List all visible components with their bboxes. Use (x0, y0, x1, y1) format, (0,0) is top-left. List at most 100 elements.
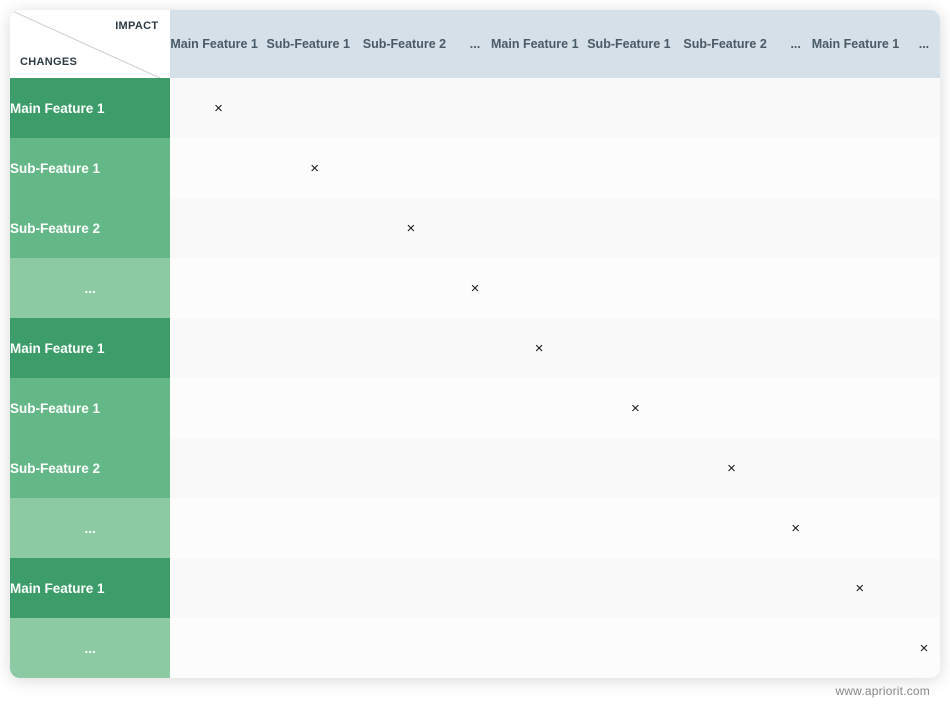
matrix-cell (363, 378, 459, 438)
matrix-cell (587, 438, 683, 498)
matrix-cell (908, 138, 940, 198)
matrix-cell (170, 438, 266, 498)
matrix-cell (267, 318, 363, 378)
matrix-cell (812, 318, 908, 378)
matrix-cell: × (363, 198, 459, 258)
matrix-cell (459, 318, 491, 378)
matrix-cell (812, 78, 908, 138)
matrix-cell (267, 618, 363, 678)
matrix-cell (363, 558, 459, 618)
row-header: Sub-Feature 2 (10, 198, 170, 258)
row-header: ... (10, 618, 170, 678)
matrix-cell (267, 258, 363, 318)
matrix-cell (780, 378, 812, 438)
header-row: IMPACT CHANGES Main Feature 1Sub-Feature… (10, 10, 940, 78)
column-header: ... (908, 10, 940, 78)
column-header: Main Feature 1 (812, 10, 908, 78)
row-header: Main Feature 1 (10, 78, 170, 138)
matrix-cell (683, 138, 779, 198)
matrix-cell (587, 198, 683, 258)
x-mark-icon: × (406, 220, 415, 237)
matrix-cell (812, 618, 908, 678)
matrix-cell: × (170, 78, 266, 138)
matrix-cell: × (491, 318, 587, 378)
table-row: ... × (10, 498, 940, 558)
x-mark-icon: × (791, 520, 800, 537)
matrix-cell: × (812, 558, 908, 618)
matrix-cell (363, 498, 459, 558)
matrix-cell (683, 498, 779, 558)
matrix-cell (812, 198, 908, 258)
table-row: Sub-Feature 2× (10, 438, 940, 498)
matrix-cell (459, 78, 491, 138)
matrix-cell (170, 558, 266, 618)
matrix-cell (587, 78, 683, 138)
x-mark-icon: × (471, 280, 480, 297)
matrix-wrapper: IMPACT CHANGES Main Feature 1Sub-Feature… (10, 10, 940, 678)
matrix-cell (812, 438, 908, 498)
matrix-cell (459, 498, 491, 558)
matrix-cell (908, 318, 940, 378)
matrix-cell (812, 258, 908, 318)
matrix-cell (780, 558, 812, 618)
column-header: Sub-Feature 1 (267, 10, 363, 78)
table-row: Main Feature 1 × (10, 78, 940, 138)
matrix-cell (908, 378, 940, 438)
matrix-cell (491, 378, 587, 438)
row-header: Sub-Feature 1 (10, 138, 170, 198)
matrix-cell (683, 258, 779, 318)
corner-impact-label: IMPACT (115, 20, 158, 32)
matrix-cell (267, 78, 363, 138)
matrix-cell (812, 378, 908, 438)
matrix-cell: × (780, 498, 812, 558)
corner-cell: IMPACT CHANGES (10, 10, 170, 78)
row-header: Sub-Feature 1 (10, 378, 170, 438)
matrix-cell: × (683, 438, 779, 498)
x-mark-icon: × (631, 400, 640, 417)
matrix-cell (491, 258, 587, 318)
matrix-body: Main Feature 1×Sub-Feature 1×Sub-Feature… (10, 78, 940, 678)
x-mark-icon: × (727, 460, 736, 477)
row-header: ... (10, 498, 170, 558)
matrix-cell (683, 198, 779, 258)
matrix-cell (908, 438, 940, 498)
column-header: ... (459, 10, 491, 78)
x-mark-icon: × (855, 580, 864, 597)
matrix-cell (587, 318, 683, 378)
row-header: Main Feature 1 (10, 318, 170, 378)
matrix-cell (363, 318, 459, 378)
table-row: Sub-Feature 1 × (10, 378, 940, 438)
x-mark-icon: × (214, 100, 223, 117)
matrix-cell (491, 78, 587, 138)
matrix-cell (780, 318, 812, 378)
matrix-cell (908, 258, 940, 318)
column-header: Sub-Feature 1 (587, 10, 683, 78)
matrix-cell (683, 558, 779, 618)
matrix-cell (459, 378, 491, 438)
matrix-cell (812, 498, 908, 558)
matrix-cell: × (587, 378, 683, 438)
matrix-cell (587, 618, 683, 678)
matrix-cell (459, 438, 491, 498)
table-row: ... × (10, 258, 940, 318)
column-header: Main Feature 1 (170, 10, 266, 78)
x-mark-icon: × (310, 160, 319, 177)
matrix-cell (587, 138, 683, 198)
row-header: ... (10, 258, 170, 318)
impact-matrix-table: IMPACT CHANGES Main Feature 1Sub-Feature… (10, 10, 940, 678)
matrix-cell (908, 198, 940, 258)
matrix-cell (363, 78, 459, 138)
matrix-cell (780, 618, 812, 678)
matrix-cell (363, 618, 459, 678)
matrix-cell (683, 618, 779, 678)
matrix-cell (780, 438, 812, 498)
matrix-cell: × (267, 138, 363, 198)
matrix-cell (363, 138, 459, 198)
matrix-cell (587, 558, 683, 618)
matrix-cell: × (459, 258, 491, 318)
matrix-cell (170, 618, 266, 678)
matrix-cell (491, 498, 587, 558)
attribution-text: www.apriorit.com (10, 678, 940, 698)
matrix-cell (267, 378, 363, 438)
matrix-cell (908, 78, 940, 138)
